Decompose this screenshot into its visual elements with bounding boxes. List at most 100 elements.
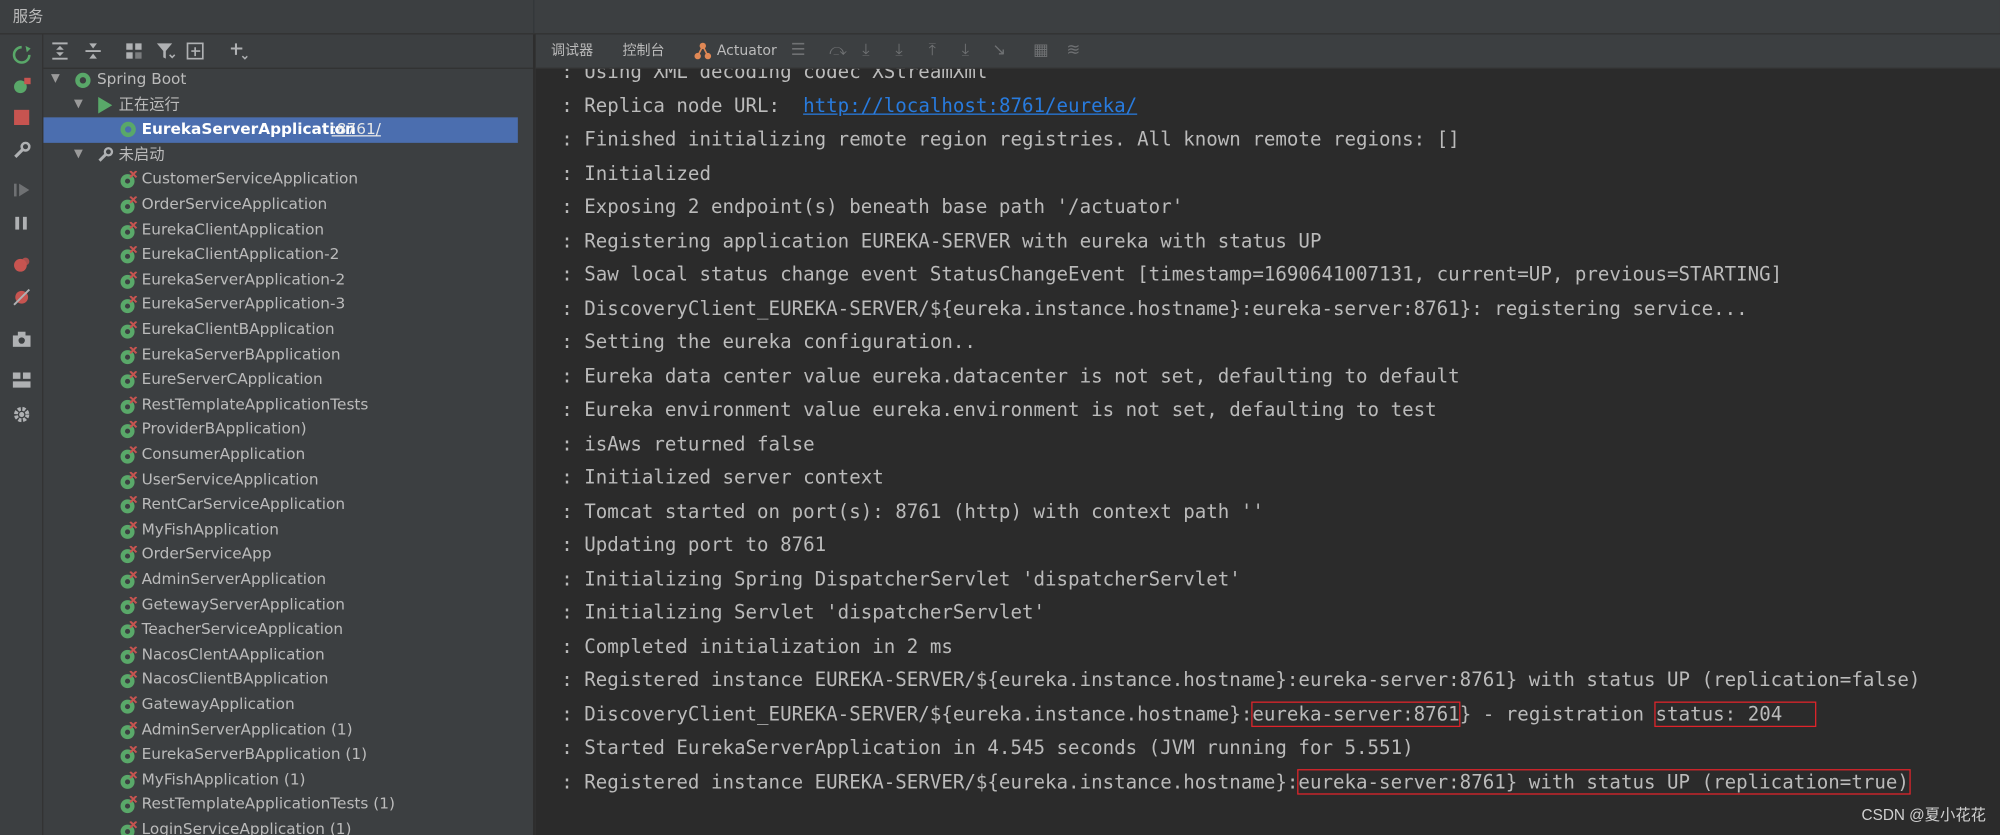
tree-item-stopped-app[interactable]: EurekaServerBApplication (1) [43, 743, 517, 768]
pause-icon[interactable] [10, 212, 33, 235]
stop-icon[interactable] [10, 106, 33, 129]
breakpoints-icon[interactable] [10, 253, 33, 276]
actuator-icon [694, 42, 712, 60]
mute-breakpoints-icon[interactable] [10, 286, 33, 309]
console-line: : Setting the eureka configuration.. [561, 330, 976, 354]
spring-app-stopped-icon [120, 771, 138, 789]
tree-item-stopped-app[interactable]: ConsumerApplication [43, 443, 517, 468]
filter-icon[interactable] [156, 40, 176, 63]
services-tree-pane: ▼ Spring Boot ▼ 正在运行 EurekaServerApplica… [43, 34, 574, 835]
camera-icon[interactable] [10, 328, 33, 351]
tab-console[interactable]: 控制台 [622, 34, 664, 67]
tree-item-stopped-app[interactable]: EurekaServerApplication-3 [43, 293, 517, 318]
tree-item-stopped-app[interactable]: CustomerServiceApplication [43, 168, 517, 193]
wrench-icon[interactable] [10, 139, 33, 162]
tree-item-stopped-app[interactable]: EurekaServerBApplication [43, 343, 517, 368]
tree-item-stopped-app[interactable]: MyFishApplication (1) [43, 768, 517, 793]
tree-item-stopped-app[interactable]: EurekaServerApplication-2 [43, 268, 517, 293]
tree-item-stopped-app[interactable]: MyFishApplication [43, 518, 517, 543]
console-line: : Initializing Spring DispatcherServlet … [561, 566, 1241, 590]
tree-item-stopped-app[interactable]: EurekaClientApplication [43, 218, 517, 243]
chevron-down-icon[interactable]: ▼ [51, 68, 60, 93]
tree-item-label: OrderServiceApp [141, 545, 272, 563]
tree-item-stopped-app[interactable]: ProviderBApplication) [43, 418, 517, 443]
tree-item-label: AdminServerApplication (1) [141, 720, 353, 738]
tree-item-stopped-app[interactable]: GatewayApplication [43, 693, 517, 718]
resume-icon[interactable] [10, 179, 33, 202]
console-output[interactable]: : Using XML decoding codec XStreamXml : … [536, 69, 2000, 835]
console-line-discovery-registration: : DiscoveryClient_EUREKA-SERVER/${eureka… [561, 697, 1817, 731]
menu-lines-icon[interactable]: ☰ [791, 41, 806, 60]
spring-app-running-icon [120, 121, 137, 138]
tree-item-stopped-app[interactable]: GetewayServerApplication [43, 593, 517, 618]
layout-icon[interactable] [10, 369, 33, 392]
tree-item-label: MyFishApplication [141, 520, 279, 539]
tree-item-eureka-server-running[interactable]: EurekaServerApplication :8761/ [43, 117, 518, 143]
tree-item-label: EurekaClientApplication [141, 220, 325, 239]
chevron-down-icon[interactable]: ▼ [74, 143, 83, 168]
step-into-icon[interactable]: ⤓ [862, 41, 869, 60]
tree-item-label: RestTemplateApplicationTests [141, 395, 369, 414]
tree-item-stopped-app[interactable]: EureServerCApplication [43, 368, 517, 393]
tree-item-stopped-app[interactable]: EurekaClientBApplication [43, 318, 517, 343]
step-over-icon[interactable]: ⤼ [829, 41, 847, 60]
force-step-into-icon[interactable]: ⤓ [895, 41, 902, 60]
tree-item-stopped-app[interactable]: AdminServerApplication [43, 568, 517, 593]
spring-app-stopped-icon [120, 396, 138, 414]
console-line-text: : DiscoveryClient_EUREKA-SERVER/${eureka… [561, 702, 1253, 726]
collapse-all-icon[interactable] [84, 40, 102, 63]
tree-node-running-group[interactable]: ▼ 正在运行 [43, 93, 517, 118]
expand-all-icon[interactable] [51, 40, 69, 63]
spring-app-stopped-icon [120, 696, 138, 714]
tree-item-stopped-app[interactable]: LoginServiceApplication (1) [43, 818, 517, 835]
console-line: : Saw local status change event StatusCh… [561, 262, 1783, 286]
step-out-icon[interactable]: ⤒ [929, 41, 936, 60]
tree-node-stopped-group[interactable]: ▼ 未启动 [43, 143, 517, 168]
spring-app-stopped-icon [120, 446, 138, 464]
trace-icon[interactable]: ≋ [1066, 41, 1080, 60]
console-line: : Started EurekaServerApplication in 4.5… [561, 735, 1414, 759]
tree-item-stopped-app[interactable]: RestTemplateApplicationTests [43, 393, 517, 418]
console-line: : Registered instance EUREKA-SERVER/${eu… [561, 668, 1921, 692]
rerun-icon[interactable] [10, 43, 33, 66]
chevron-down-icon[interactable]: ▼ [74, 93, 83, 118]
console-pane: 调试器 控制台 Actuator ☰ ⤼ ⤓ ⤓ ⤒ ⤓ ↘ ▦ ≋ : Usi… [534, 34, 2000, 835]
new-group-icon[interactable] [186, 40, 206, 63]
console-line: : Initialized server context [561, 465, 884, 489]
tree-item-stopped-app[interactable]: NacosClientBApplication [43, 668, 517, 693]
spring-app-stopped-icon [120, 646, 138, 664]
tree-item-stopped-app[interactable]: RestTemplateApplicationTests (1) [43, 793, 517, 818]
tree-item-stopped-app[interactable]: UserServiceApplication [43, 468, 517, 493]
highlight-replication-true: eureka-server:8761} with status UP (repl… [1297, 768, 1911, 794]
settings-icon[interactable] [10, 403, 33, 426]
tree-item-label: NacosClientBApplication [141, 670, 329, 688]
services-left-toolbar [0, 34, 44, 835]
tree-item-stopped-app[interactable]: NacosClentAApplication [43, 643, 517, 668]
replica-url-link[interactable]: http://localhost:8761/eureka/ [803, 94, 1137, 117]
tab-debugger[interactable]: 调试器 [551, 34, 593, 67]
group-by-icon[interactable] [125, 40, 143, 63]
tree-item-label: EurekaClientApplication-2 [141, 245, 340, 263]
tree-item-stopped-app[interactable]: AdminServerApplication (1) [43, 718, 517, 743]
drop-frame-icon[interactable]: ⤓ [962, 41, 969, 60]
console-line: : Initializing Servlet 'dispatcherServle… [561, 600, 1046, 624]
tree-item-stopped-app[interactable]: OrderServiceApplication [43, 193, 517, 218]
running-app-port-link[interactable]: :8761/ [332, 118, 381, 143]
spring-app-stopped-icon [120, 496, 138, 514]
tree-item-stopped-app[interactable]: OrderServiceApp [43, 543, 517, 568]
tree-item-label: RentCarServiceApplication [141, 495, 346, 513]
spring-app-stopped-icon [120, 571, 138, 589]
spring-app-stopped-icon [120, 271, 138, 289]
tab-actuator[interactable]: Actuator [694, 34, 777, 67]
tree-node-spring-boot[interactable]: ▼ Spring Boot [43, 68, 517, 93]
debug-config-icon[interactable] [10, 74, 33, 97]
tree-item-stopped-app[interactable]: TeacherServiceApplication [43, 618, 517, 643]
add-service-icon[interactable] [230, 40, 248, 63]
titlebar-divider [533, 0, 535, 34]
run-to-cursor-icon[interactable]: ↘ [992, 41, 1006, 60]
tree-item-stopped-app[interactable]: RentCarServiceApplication [43, 493, 517, 518]
tree-item-label: OrderServiceApplication [141, 195, 328, 214]
tree-item-stopped-app[interactable]: EurekaClientApplication-2 [43, 243, 517, 268]
evaluate-icon[interactable]: ▦ [1033, 41, 1049, 60]
tree-item-label: EureServerCApplication [141, 370, 323, 388]
